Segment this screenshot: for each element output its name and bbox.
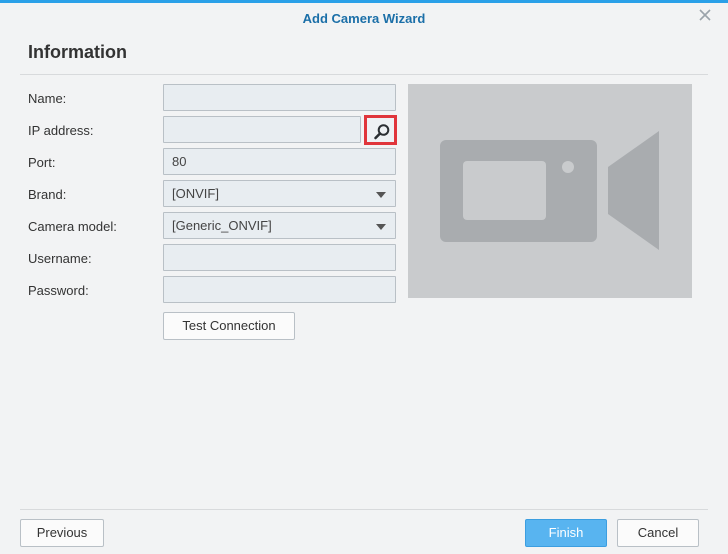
brand-value: [ONVIF]	[172, 186, 219, 201]
port-input[interactable]	[172, 149, 387, 174]
username-field[interactable]	[163, 244, 396, 271]
camera-model-label: Camera model:	[28, 219, 117, 234]
port-label: Port:	[28, 155, 56, 170]
window-accent-bar	[0, 0, 728, 3]
password-label: Password:	[28, 283, 89, 298]
password-input[interactable]	[172, 277, 387, 302]
ip-address-input[interactable]	[172, 117, 352, 142]
test-connection-button[interactable]: Test Connection	[163, 312, 295, 340]
dialog-title: Add Camera Wizard	[302, 11, 426, 26]
search-button[interactable]	[364, 115, 397, 145]
brand-select[interactable]: [ONVIF]	[163, 180, 396, 207]
chevron-down-icon[interactable]	[376, 224, 386, 230]
cancel-button[interactable]: Cancel	[617, 519, 699, 547]
ip-address-label: IP address:	[28, 123, 94, 138]
name-field[interactable]	[163, 84, 396, 111]
section-title: Information	[28, 42, 127, 62]
video-camera-icon	[440, 131, 659, 250]
footer-divider	[20, 509, 708, 510]
username-input[interactable]	[172, 245, 387, 270]
camera-model-select[interactable]: [Generic_ONVIF]	[163, 212, 396, 239]
finish-button[interactable]: Finish	[525, 519, 607, 547]
username-label: Username:	[28, 251, 92, 266]
password-field[interactable]	[163, 276, 396, 303]
port-field[interactable]	[163, 148, 396, 175]
name-label: Name:	[28, 91, 67, 106]
header-divider	[20, 74, 708, 75]
chevron-down-icon[interactable]	[376, 192, 386, 198]
camera-model-value: [Generic_ONVIF]	[172, 218, 272, 233]
search-icon	[374, 124, 390, 140]
previous-button[interactable]: Previous	[20, 519, 104, 547]
close-icon[interactable]	[698, 8, 712, 22]
ip-address-field[interactable]	[163, 116, 361, 143]
brand-label: Brand:	[28, 187, 67, 202]
name-input[interactable]	[172, 85, 387, 110]
camera-preview	[408, 84, 692, 298]
